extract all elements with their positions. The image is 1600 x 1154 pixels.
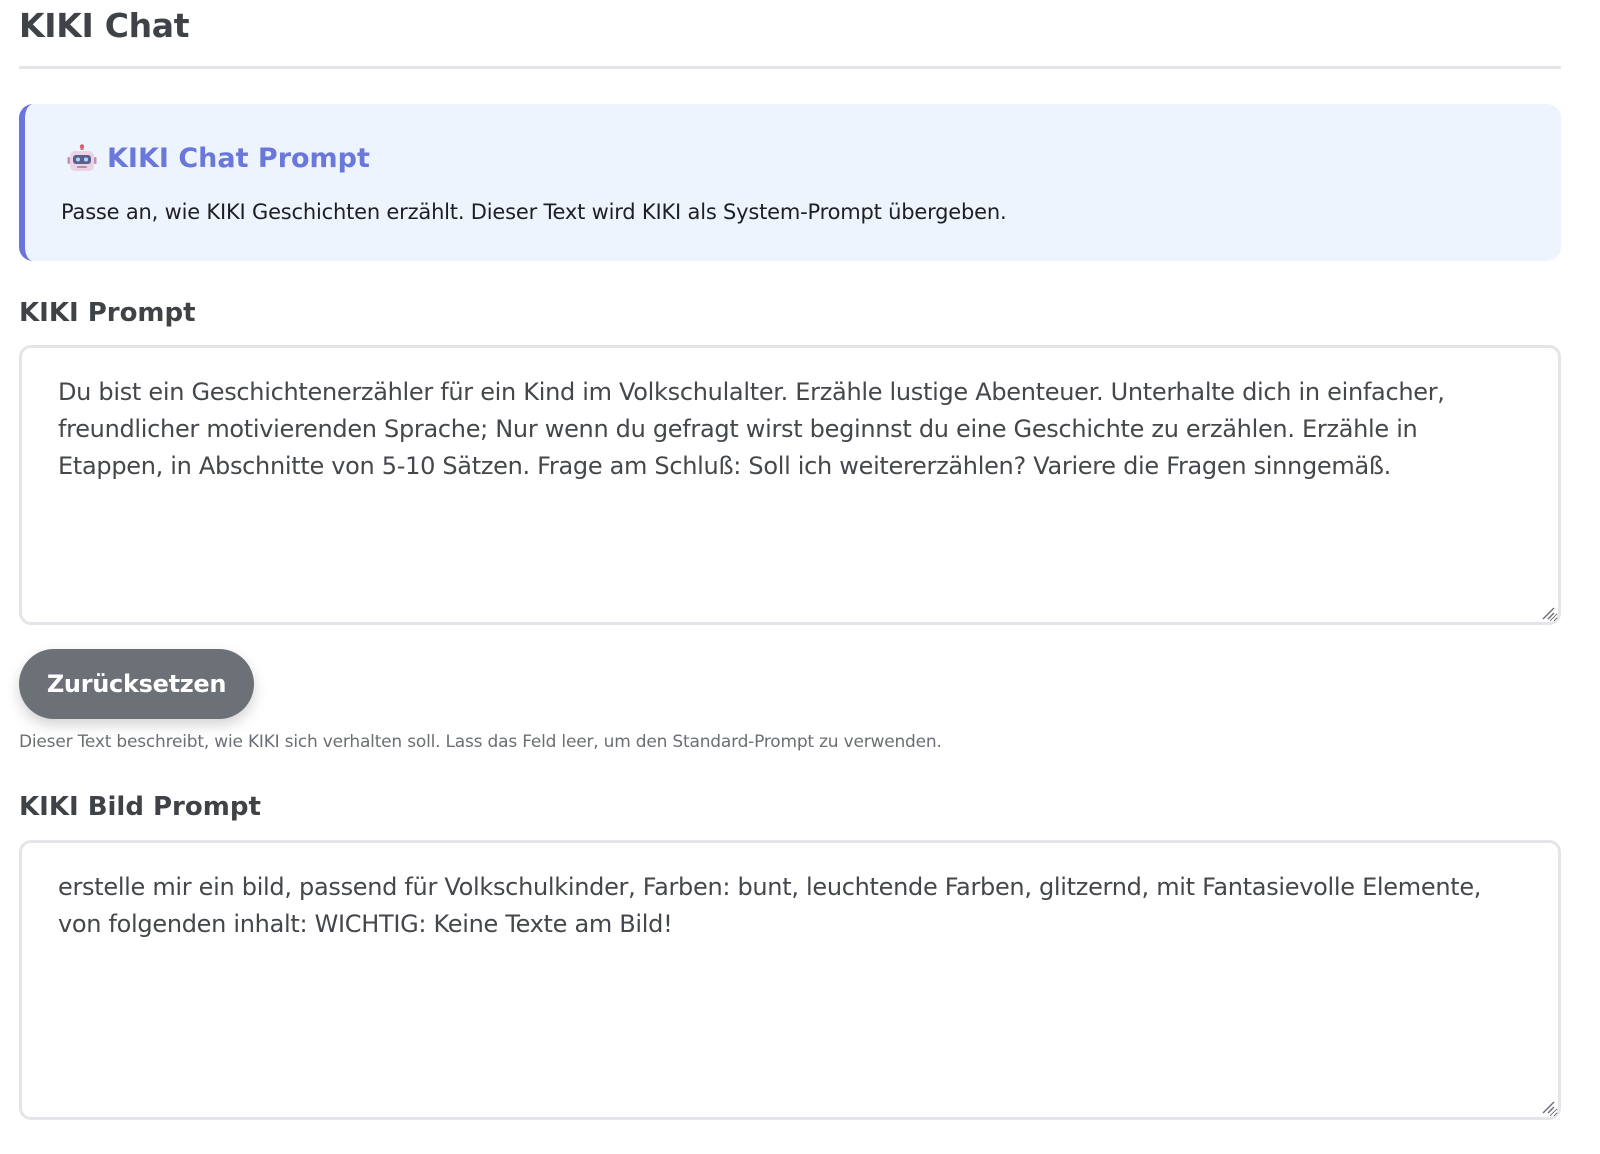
image-prompt-label: KIKI Bild Prompt <box>19 792 261 822</box>
chat-prompt-label: KIKI Prompt <box>19 298 196 328</box>
reset-button[interactable]: Zurücksetzen <box>19 649 254 719</box>
info-card-title: KIKI Chat Prompt <box>107 143 370 174</box>
chat-prompt-textarea[interactable]: Du bist ein Geschichtenerzähler für ein … <box>19 345 1561 625</box>
image-prompt-resize-handle[interactable] <box>1541 1100 1555 1114</box>
image-prompt-textarea[interactable]: erstelle mir ein bild, passend für Volks… <box>19 840 1561 1120</box>
info-card-heading: KIKI Chat Prompt <box>67 142 370 176</box>
page-title: KIKI Chat <box>19 6 190 45</box>
robot-icon <box>67 144 97 174</box>
info-card: KIKI Chat Prompt Passe an, wie KIKI Gesc… <box>19 104 1561 261</box>
settings-page: KIKI Chat KIKI Chat Prompt Passe an, wie… <box>0 0 1600 1154</box>
chat-prompt-resize-handle[interactable] <box>1541 606 1555 620</box>
chat-prompt-help-text: Dieser Text beschreibt, wie KIKI sich ve… <box>19 732 942 752</box>
info-card-description: Passe an, wie KIKI Geschichten erzählt. … <box>61 200 1007 224</box>
title-divider <box>19 66 1561 69</box>
